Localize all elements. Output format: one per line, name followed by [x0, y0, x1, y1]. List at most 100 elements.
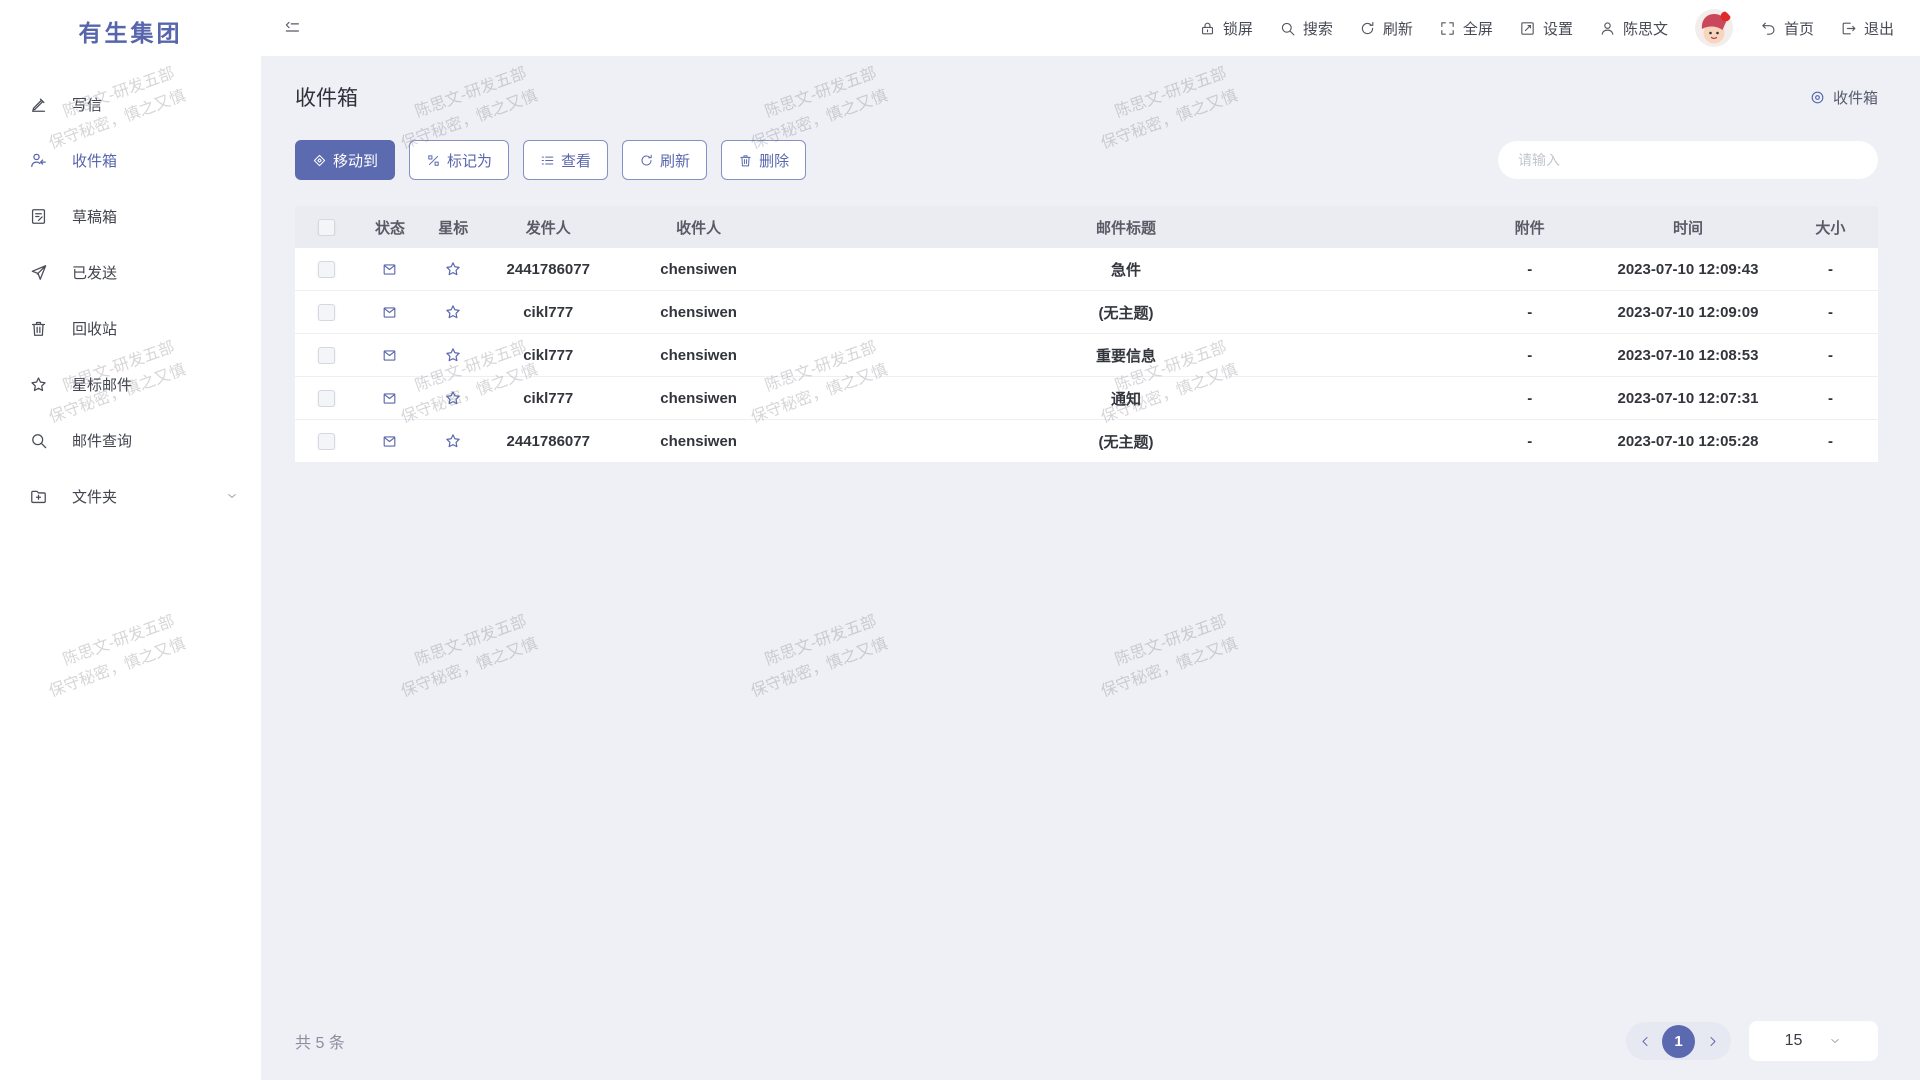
next-page-icon[interactable]	[1703, 1034, 1721, 1049]
sidebar-item-mail-query[interactable]: 邮件查询	[0, 412, 261, 468]
topbar-action-settings[interactable]: 设置	[1519, 18, 1573, 39]
row-sender: cikl777	[485, 347, 612, 364]
star-icon[interactable]	[444, 260, 462, 278]
send-icon	[29, 263, 48, 282]
row-recipient: chensiwen	[612, 261, 786, 278]
topbar-action-fullscreen[interactable]: 全屏	[1439, 18, 1493, 39]
sidebar-nav: 写信收件箱草稿箱已发送回收站星标邮件邮件查询文件夹	[0, 62, 261, 524]
sidebar-item-compose[interactable]: 写信	[0, 76, 261, 132]
table-row[interactable]: cikl777chensiwen通知-2023-07-10 12:07:31-	[295, 377, 1878, 420]
table-row[interactable]: cikl777chensiwen重要信息-2023-07-10 12:08:53…	[295, 334, 1878, 377]
row-sender: 2441786077	[485, 261, 612, 278]
refresh-button[interactable]: 刷新	[622, 140, 707, 180]
sidebar-item-label: 文件夹	[72, 486, 117, 507]
row-time: 2023-07-10 12:08:53	[1593, 347, 1783, 364]
topbar-action-home[interactable]: 首页	[1760, 18, 1814, 39]
topbar-action-search[interactable]: 搜索	[1279, 18, 1333, 39]
sidebar-item-inbox[interactable]: 收件箱	[0, 132, 261, 188]
search-icon	[1279, 20, 1296, 37]
breadcrumb-label: 收件箱	[1833, 87, 1878, 108]
table-row[interactable]: cikl777chensiwen(无主题)-2023-07-10 12:09:0…	[295, 291, 1878, 334]
topbar-action-label: 设置	[1543, 18, 1573, 39]
view-button[interactable]: 查看	[523, 140, 608, 180]
sidebar-item-label: 星标邮件	[72, 374, 132, 395]
row-checkbox[interactable]	[318, 390, 335, 407]
row-size: -	[1783, 390, 1878, 407]
row-subject: (无主题)	[786, 431, 1467, 452]
star-icon[interactable]	[444, 432, 462, 450]
topbar-action-label: 退出	[1864, 18, 1894, 39]
mail-icon	[381, 347, 398, 364]
table-row[interactable]: 2441786077chensiwen(无主题)-2023-07-10 12:0…	[295, 420, 1878, 463]
column-header: 附件	[1466, 217, 1593, 238]
percent-icon	[426, 153, 441, 168]
star-icon[interactable]	[444, 346, 462, 364]
page-size-select[interactable]: 15	[1749, 1021, 1878, 1061]
move-to-button[interactable]: 移动到	[295, 140, 395, 180]
column-header: 发件人	[485, 217, 612, 238]
row-status-cell	[358, 261, 421, 278]
row-checkbox-cell	[295, 433, 358, 450]
row-status-cell	[358, 433, 421, 450]
star-icon[interactable]	[444, 389, 462, 407]
topbar-action-label: 首页	[1784, 18, 1814, 39]
topbar-action-label: 陈思文	[1623, 18, 1668, 39]
table-row[interactable]: 2441786077chensiwen急件-2023-07-10 12:09:4…	[295, 248, 1878, 291]
select-all-checkbox[interactable]	[318, 219, 335, 236]
edit-square-icon	[1519, 20, 1536, 37]
row-size: -	[1783, 347, 1878, 364]
row-status-cell	[358, 304, 421, 321]
row-time: 2023-07-10 12:07:31	[1593, 390, 1783, 407]
row-checkbox-cell	[295, 390, 358, 407]
search-input[interactable]	[1498, 141, 1878, 179]
star-icon[interactable]	[444, 303, 462, 321]
sidebar-item-drafts[interactable]: 草稿箱	[0, 188, 261, 244]
row-subject: 急件	[786, 259, 1467, 280]
mail-icon	[381, 433, 398, 450]
trash-icon	[738, 153, 753, 168]
chevron-down-icon	[1828, 1034, 1842, 1048]
current-page-button[interactable]: 1	[1662, 1025, 1695, 1058]
mail-icon	[381, 390, 398, 407]
row-size: -	[1783, 304, 1878, 321]
topbar-action-lock-screen[interactable]: 锁屏	[1199, 18, 1253, 39]
delete-button[interactable]: 删除	[721, 140, 806, 180]
row-checkbox[interactable]	[318, 433, 335, 450]
row-attachment: -	[1466, 390, 1593, 407]
refresh-icon	[639, 153, 654, 168]
row-subject: (无主题)	[786, 302, 1467, 323]
mail-icon	[381, 304, 398, 321]
row-size: -	[1783, 261, 1878, 278]
row-checkbox[interactable]	[318, 347, 335, 364]
sidebar: 有生集团 写信收件箱草稿箱已发送回收站星标邮件邮件查询文件夹	[0, 0, 261, 1080]
sidebar-item-folders[interactable]: 文件夹	[0, 468, 261, 524]
row-checkbox[interactable]	[318, 261, 335, 278]
avatar[interactable]	[1694, 8, 1734, 48]
menu-fold-icon[interactable]	[283, 19, 301, 37]
header-checkbox-cell	[295, 219, 358, 236]
content-area: 收件箱 收件箱 移动到标记为查看刷新删除 状态星标发件人收件人邮件标题附件时间大…	[261, 56, 1920, 1002]
sidebar-item-starred[interactable]: 星标邮件	[0, 356, 261, 412]
row-subject: 通知	[786, 388, 1467, 409]
row-attachment: -	[1466, 347, 1593, 364]
button-label: 刷新	[660, 150, 690, 171]
button-label: 删除	[759, 150, 789, 171]
mark-as-button[interactable]: 标记为	[409, 140, 509, 180]
refresh-icon	[1359, 20, 1376, 37]
column-header: 邮件标题	[786, 217, 1467, 238]
row-checkbox[interactable]	[318, 304, 335, 321]
table-body: 2441786077chensiwen急件-2023-07-10 12:09:4…	[295, 248, 1878, 463]
user-add-icon	[29, 151, 48, 170]
sidebar-item-sent[interactable]: 已发送	[0, 244, 261, 300]
topbar-action-current-user[interactable]: 陈思文	[1599, 18, 1668, 39]
logout-icon	[1840, 20, 1857, 37]
prev-page-icon[interactable]	[1636, 1034, 1654, 1049]
topbar-action-logout[interactable]: 退出	[1840, 18, 1894, 39]
row-recipient: chensiwen	[612, 347, 786, 364]
topbar-action-refresh[interactable]: 刷新	[1359, 18, 1413, 39]
folder-add-icon	[29, 487, 48, 506]
sidebar-item-recycle-bin[interactable]: 回收站	[0, 300, 261, 356]
topbar-action-label: 刷新	[1383, 18, 1413, 39]
row-star-cell	[422, 303, 485, 321]
toolbar: 移动到标记为查看 刷新 删除	[295, 140, 1878, 180]
